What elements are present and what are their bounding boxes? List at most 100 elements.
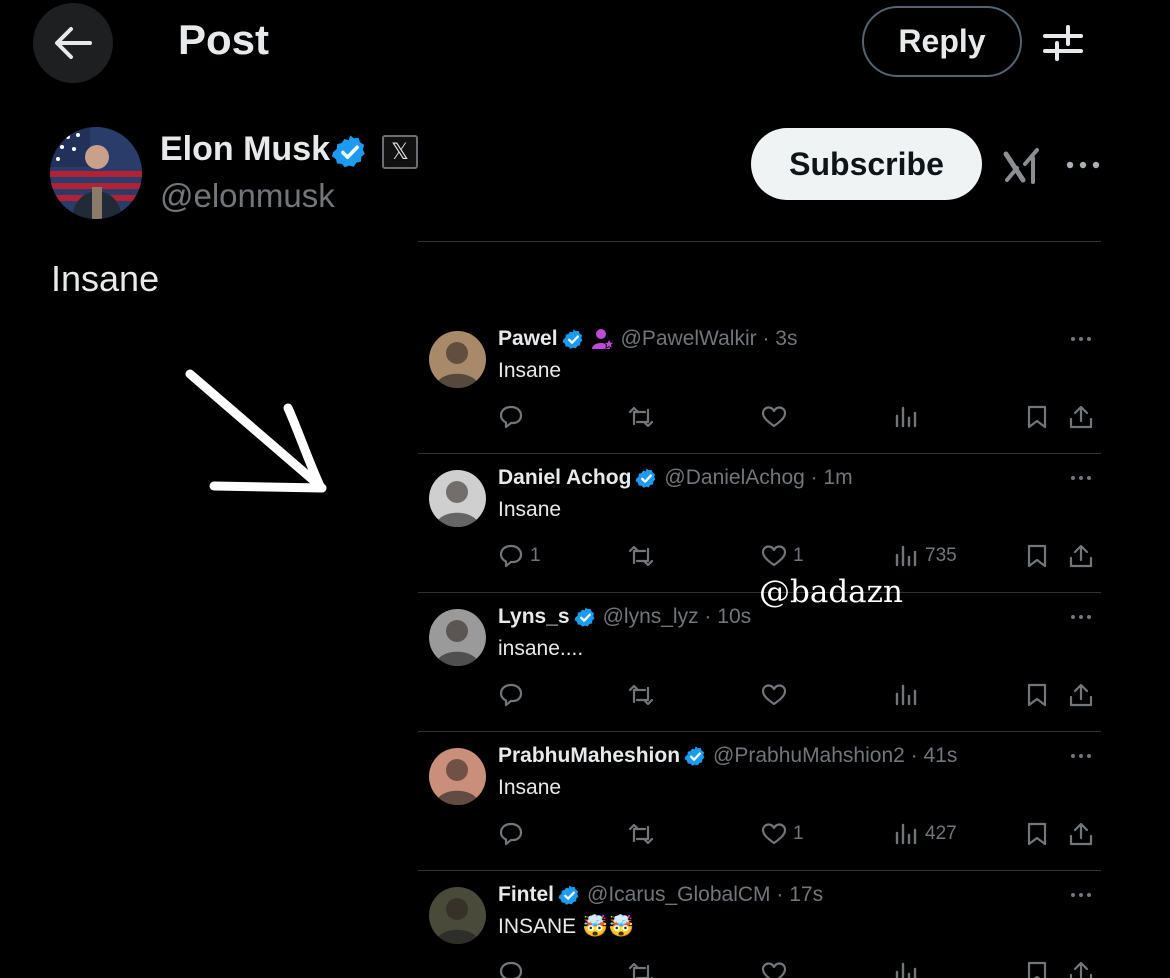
repost-button[interactable] [628, 542, 654, 570]
like-button[interactable] [761, 959, 793, 978]
reply-item[interactable]: Lyns_s @lyns_lyz · 10s insane.... [418, 593, 1101, 732]
watermark: @badazn [759, 574, 903, 610]
author-avatar[interactable] [50, 127, 142, 219]
like-button[interactable] [761, 403, 793, 431]
more-icon[interactable] [1069, 468, 1093, 488]
reply-author-handle[interactable]: @PrabhuMahshion2 · 41s [713, 744, 957, 768]
reply-avatar[interactable] [429, 331, 486, 388]
reply-author-handle[interactable]: @DanielAchog · 1m [664, 466, 852, 490]
bookmark-button[interactable] [1024, 542, 1050, 570]
like-button[interactable]: 1 [761, 542, 804, 570]
filter-icon[interactable] [1043, 24, 1083, 62]
views-button[interactable]: 427 [893, 820, 957, 848]
bookmark-button[interactable] [1024, 820, 1050, 848]
reply-header: Lyns_s @lyns_lyz · 10s [498, 605, 751, 629]
reply-item[interactable]: Pawel @PawelWalkir · 3s Insane [418, 315, 1101, 454]
back-arrow-icon [55, 27, 92, 59]
reply-author-name[interactable]: Daniel Achog [498, 466, 631, 490]
grok-icon[interactable] [1003, 146, 1041, 184]
more-icon[interactable] [1069, 885, 1093, 905]
like-icon [761, 823, 787, 845]
like-icon [761, 406, 787, 428]
reply-author-name[interactable]: Lyns_s [498, 605, 570, 629]
reply-action-button[interactable]: 1 [498, 542, 541, 570]
reply-actions [498, 681, 1098, 711]
repost-button[interactable] [628, 820, 654, 848]
more-icon[interactable] [1069, 607, 1093, 627]
share-button[interactable] [1068, 820, 1094, 848]
bookmark-icon [1027, 405, 1047, 429]
reply-action-button[interactable] [498, 820, 530, 848]
views-button[interactable] [893, 403, 925, 431]
reply-author-name[interactable]: Pawel [498, 327, 558, 351]
like-button[interactable] [761, 681, 793, 709]
verified-icon [574, 606, 595, 627]
reply-actions [498, 403, 1098, 433]
author-handle[interactable]: @elonmusk [160, 177, 335, 215]
view-count: 427 [925, 823, 957, 844]
like-button[interactable]: 1 [761, 820, 804, 848]
reply-button[interactable]: Reply [862, 6, 1022, 77]
reply-author-handle[interactable]: @lyns_lyz · 10s [603, 605, 752, 629]
subscribe-button[interactable]: Subscribe [751, 128, 982, 200]
repost-icon [628, 545, 654, 567]
more-icon[interactable] [1069, 746, 1093, 766]
reply-count: 1 [530, 545, 541, 566]
reply-item[interactable]: Daniel Achog @DanielAchog · 1m Insane 1 1 735 [418, 454, 1101, 593]
author-name[interactable]: Elon Musk [160, 130, 330, 169]
bookmark-button[interactable] [1024, 959, 1050, 978]
view-count: 735 [925, 545, 957, 566]
share-button[interactable] [1068, 403, 1094, 431]
share-button[interactable] [1068, 542, 1094, 570]
reply-action-button[interactable] [498, 403, 530, 431]
reply-action-button[interactable] [498, 959, 530, 978]
share-icon [1069, 544, 1093, 568]
reply-header: Daniel Achog @DanielAchog · 1m [498, 466, 853, 490]
repost-icon [628, 684, 654, 706]
bookmark-icon [1027, 961, 1047, 978]
views-icon [895, 962, 917, 978]
page-title: Post [178, 16, 270, 63]
reply-avatar[interactable] [429, 609, 486, 666]
views-button[interactable]: 735 [893, 542, 957, 570]
reply-author-handle[interactable]: @Icarus_GlobalCM · 17s [587, 883, 823, 907]
reply-icon [499, 544, 523, 568]
share-icon [1069, 405, 1093, 429]
reply-author-name[interactable]: PrabhuMaheshion [498, 744, 680, 768]
reply-item[interactable]: Insane1843 [418, 222, 1101, 242]
reply-text: INSANE 🤯🤯 [498, 915, 635, 938]
reply-action-button[interactable] [498, 681, 530, 709]
verified-icon [635, 467, 656, 488]
subscriber-badge-icon [591, 329, 615, 350]
repost-button[interactable] [628, 959, 654, 978]
bookmark-icon [1027, 683, 1047, 707]
reply-author-handle[interactable]: @PawelWalkir · 3s [621, 327, 798, 351]
reply-text: insane.... [498, 637, 584, 660]
back-button[interactable] [33, 3, 113, 83]
more-icon[interactable] [1069, 329, 1093, 349]
verified-icon [331, 135, 365, 168]
share-button[interactable] [1068, 681, 1094, 709]
reply-item[interactable]: Fintel @Icarus_GlobalCM · 17s INSANE 🤯🤯 [418, 871, 1101, 978]
repost-button[interactable] [628, 403, 654, 431]
bookmark-button[interactable] [1024, 403, 1050, 431]
bookmark-button[interactable] [1024, 681, 1050, 709]
views-button[interactable] [893, 681, 925, 709]
reply-icon [499, 683, 523, 707]
reply-text: Insane [498, 776, 562, 799]
reply-avatar[interactable] [429, 470, 486, 527]
more-icon[interactable] [1063, 150, 1103, 180]
reply-avatar[interactable] [429, 887, 486, 944]
reply-actions [498, 959, 1098, 978]
share-button[interactable] [1068, 959, 1094, 978]
repost-button[interactable] [628, 681, 654, 709]
arrow-annotation [185, 369, 327, 493]
reply-avatar[interactable] [429, 748, 486, 805]
views-icon [895, 545, 917, 567]
like-count: 1 [793, 545, 804, 566]
views-button[interactable] [893, 959, 925, 978]
reply-item[interactable]: PrabhuMaheshion @PrabhuMahshion2 · 41s Ins… [418, 732, 1101, 871]
reply-author-name[interactable]: Fintel [498, 883, 554, 907]
reply-header: Fintel @Icarus_GlobalCM · 17s [498, 883, 823, 907]
share-icon [1069, 822, 1093, 846]
